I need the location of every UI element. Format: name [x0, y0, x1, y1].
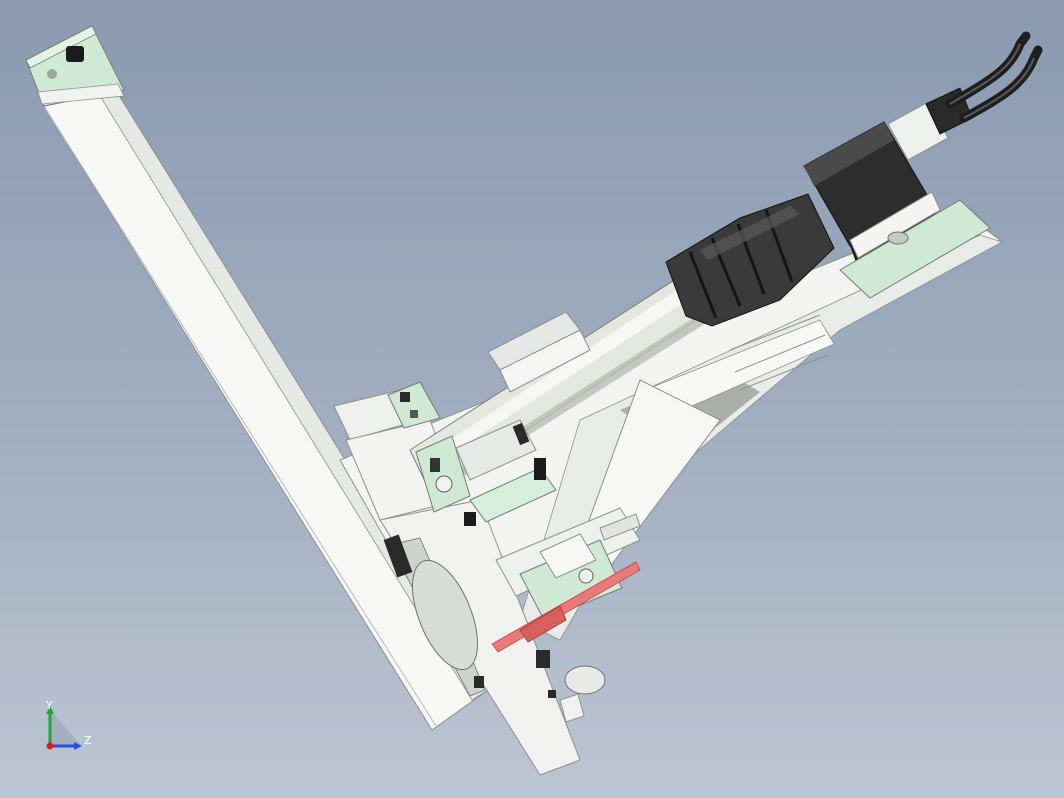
- cad-model-scene[interactable]: [0, 0, 1064, 798]
- cad-viewport[interactable]: Y Z: [0, 0, 1064, 798]
- beam-end-block[interactable]: [25, 25, 125, 107]
- beam-cap-connector: [66, 46, 84, 62]
- z-axis-label: Z: [84, 734, 92, 747]
- origin-dot: [46, 742, 54, 750]
- y-axis-label: Y: [45, 700, 53, 712]
- coordinate-triad: Y Z: [45, 700, 92, 750]
